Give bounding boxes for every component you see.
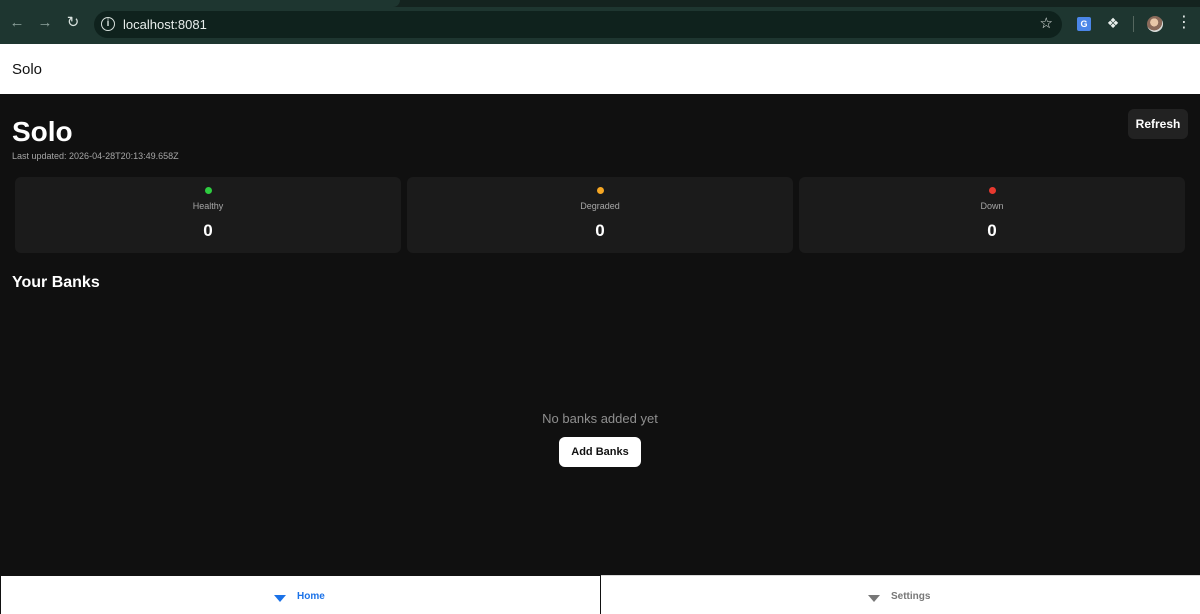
refresh-button[interactable]: Refresh	[1128, 109, 1188, 139]
star-icon[interactable]: ☆	[1040, 15, 1053, 33]
back-arrow-icon[interactable]: ←	[8, 14, 26, 32]
info-icon[interactable]: i	[101, 17, 115, 31]
toolbar-divider	[1133, 16, 1134, 32]
app-header-title: Solo	[12, 61, 43, 78]
page-title: Solo	[12, 116, 73, 147]
stat-label: Degraded	[580, 201, 620, 211]
bottom-tab-bar: Home Settings	[0, 575, 1200, 614]
down-status-dot	[989, 187, 996, 194]
tab-settings-label: Settings	[891, 591, 931, 602]
reload-icon[interactable]: ↻	[64, 14, 82, 32]
banks-section-title: Your Banks	[12, 274, 100, 291]
add-banks-button[interactable]: Add Banks	[559, 437, 641, 467]
stat-card-down: Down 0	[799, 177, 1185, 253]
healthy-status-dot	[205, 187, 212, 194]
stat-value: 0	[987, 221, 997, 240]
app-header: Solo	[0, 44, 1200, 94]
more-vertical-icon[interactable]: ⋮	[1176, 14, 1192, 32]
triangle-down-icon	[868, 595, 880, 602]
tab-home-label: Home	[297, 591, 325, 602]
browser-tab[interactable]	[0, 0, 400, 7]
avatar[interactable]	[1147, 16, 1163, 32]
empty-state-message: No banks added yet	[542, 411, 658, 426]
puzzle-icon[interactable]: ❖	[1104, 14, 1122, 32]
browser-toolbar: ← → ↻ i localhost:8081 ☆ G ❖ ⋮	[0, 0, 1200, 44]
stat-label: Healthy	[192, 201, 224, 211]
stat-value: 0	[203, 221, 213, 240]
translate-icon[interactable]: G	[1077, 17, 1091, 31]
stat-label: Down	[980, 201, 1004, 211]
dashboard-main: Solo Last updated: 2026-04-28T20:13:49.6…	[0, 94, 1200, 575]
url-text[interactable]: localhost:8081	[123, 17, 207, 32]
tab-home[interactable]: Home	[0, 575, 601, 614]
triangle-down-icon	[274, 595, 286, 602]
degraded-status-dot	[597, 187, 604, 194]
stat-card-healthy: Healthy 0	[15, 177, 401, 253]
forward-arrow-icon[interactable]: →	[36, 14, 54, 32]
stat-value: 0	[595, 221, 605, 240]
last-updated-text: Last updated: 2026-04-28T20:13:49.658Z	[12, 151, 179, 161]
tab-settings[interactable]: Settings	[601, 575, 1200, 614]
stat-card-degraded: Degraded 0	[407, 177, 793, 253]
address-bar[interactable]: i localhost:8081 ☆	[94, 11, 1062, 38]
